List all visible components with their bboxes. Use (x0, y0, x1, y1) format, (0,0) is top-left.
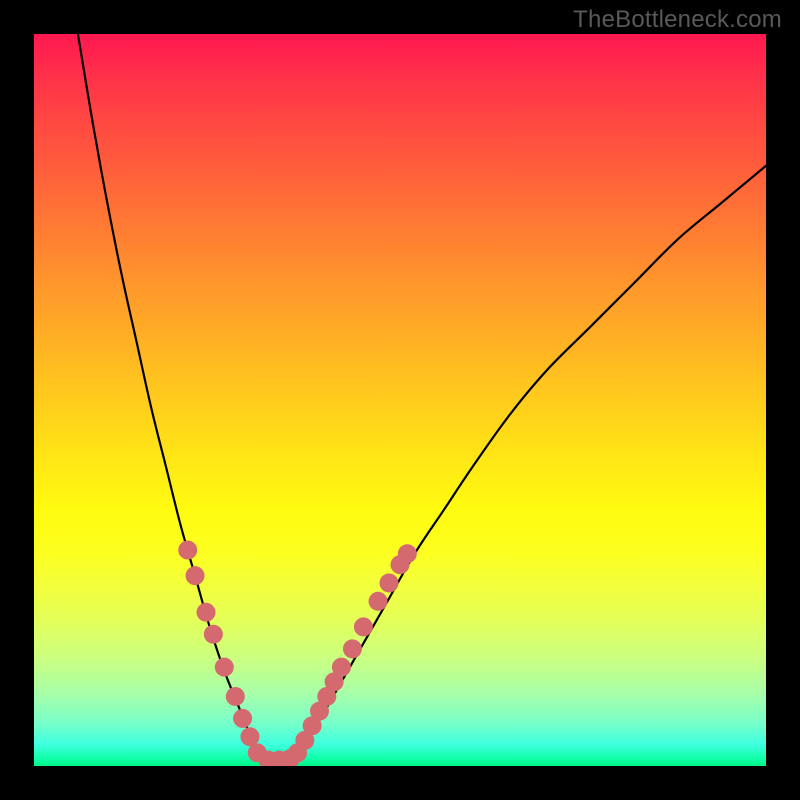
chart-container: TheBottleneck.com (0, 0, 800, 800)
data-point (332, 658, 351, 677)
data-point (380, 574, 399, 593)
data-point (343, 639, 362, 658)
data-point (204, 625, 223, 644)
data-point (178, 541, 197, 560)
curve-right-branch (290, 166, 766, 763)
curve-left-branch (78, 34, 261, 762)
data-point (186, 566, 205, 585)
data-point (226, 687, 245, 706)
highlight-dots (178, 541, 417, 766)
data-point (398, 544, 417, 563)
bottleneck-curve (78, 34, 766, 762)
data-point (233, 709, 252, 728)
chart-svg (34, 34, 766, 766)
watermark-text: TheBottleneck.com (573, 6, 782, 34)
data-point (197, 603, 216, 622)
data-point (369, 592, 388, 611)
data-point (215, 658, 234, 677)
data-point (354, 617, 373, 636)
